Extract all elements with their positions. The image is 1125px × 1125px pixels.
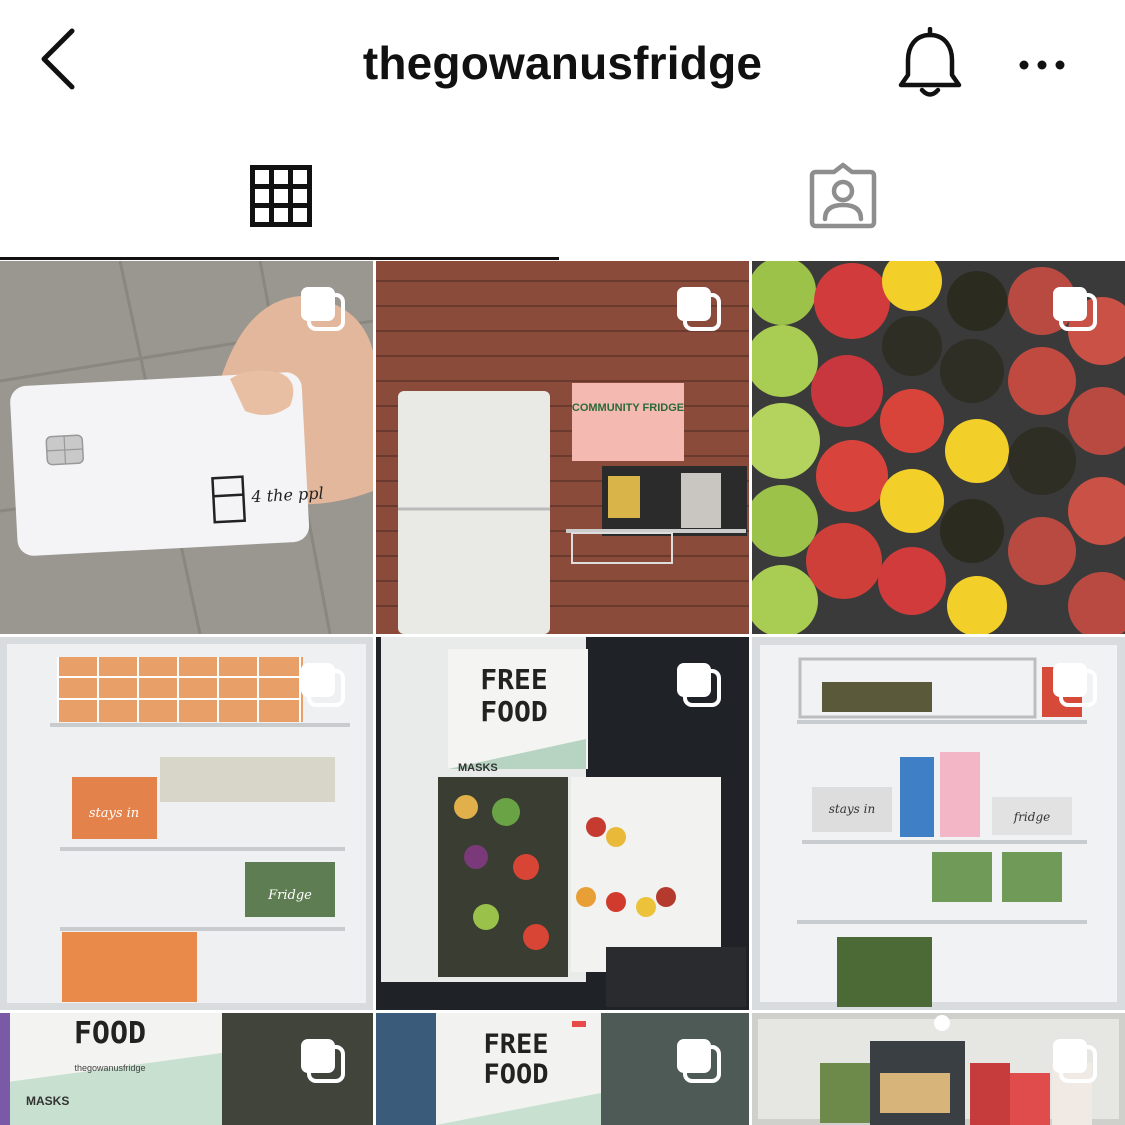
multiple-photos-icon (301, 287, 345, 331)
masks-text-2: MASKS (26, 1094, 69, 1108)
tagged-person-icon (809, 162, 877, 229)
post-thumbnail[interactable]: COMMUNITY FRIDGE (376, 261, 749, 634)
post-thumbnail[interactable]: FREE FOOD MASKS (376, 637, 749, 1010)
post-thumbnail[interactable]: FREE FOOD (376, 1013, 749, 1125)
active-tab-indicator (0, 257, 559, 260)
multiple-photos-icon (1053, 1039, 1097, 1083)
post-thumbnail[interactable]: stays in Fridge (0, 637, 373, 1010)
food-text-2: FOOD (74, 1016, 146, 1051)
card-note: 4 the ppl (250, 483, 324, 506)
multiple-photos-icon (301, 663, 345, 707)
bell-icon (898, 26, 962, 97)
multiple-photos-icon (1053, 287, 1097, 331)
multiple-photos-icon (677, 1039, 721, 1083)
more-horizontal-icon (1019, 60, 1065, 70)
post-thumbnail[interactable]: stays in fridge (752, 637, 1125, 1010)
food-text: FOOD (480, 695, 547, 728)
masks-text: MASKS (458, 762, 498, 774)
posts-grid: 4 the ppl COMMUNITY FRIDGE stays in Frid… (0, 261, 1125, 1125)
post-thumbnail[interactable]: 4 the ppl (0, 261, 373, 634)
multiple-photos-icon (677, 663, 721, 707)
post-thumbnail[interactable] (752, 1013, 1125, 1125)
stays-label: stays in (89, 806, 139, 821)
fridge-label-2: fridge (1013, 810, 1050, 824)
stays-label-2: stays in (829, 802, 875, 816)
more-options-button[interactable] (1012, 48, 1072, 82)
free-text: FREE (480, 663, 547, 696)
tab-posts-grid[interactable] (0, 130, 562, 261)
notifications-button[interactable] (893, 26, 967, 102)
multiple-photos-icon (1053, 663, 1097, 707)
post-thumbnail[interactable]: FOOD thegowanusfridge MASKS (0, 1013, 373, 1125)
multiple-photos-icon (301, 1039, 345, 1083)
community-sign-text: COMMUNITY FRIDGE (572, 402, 684, 414)
post-thumbnail[interactable] (752, 261, 1125, 634)
free-text-2: FREE (483, 1029, 548, 1060)
grid-icon (250, 165, 312, 227)
handle-text: thegowanusfridge (74, 1063, 145, 1073)
tab-tagged[interactable] (562, 130, 1124, 261)
multiple-photos-icon (677, 287, 721, 331)
fridge-label: Fridge (267, 888, 312, 903)
food-text-3: FOOD (483, 1059, 548, 1090)
profile-tabs (0, 130, 1125, 261)
profile-header: thegowanusfridge (0, 0, 1125, 130)
